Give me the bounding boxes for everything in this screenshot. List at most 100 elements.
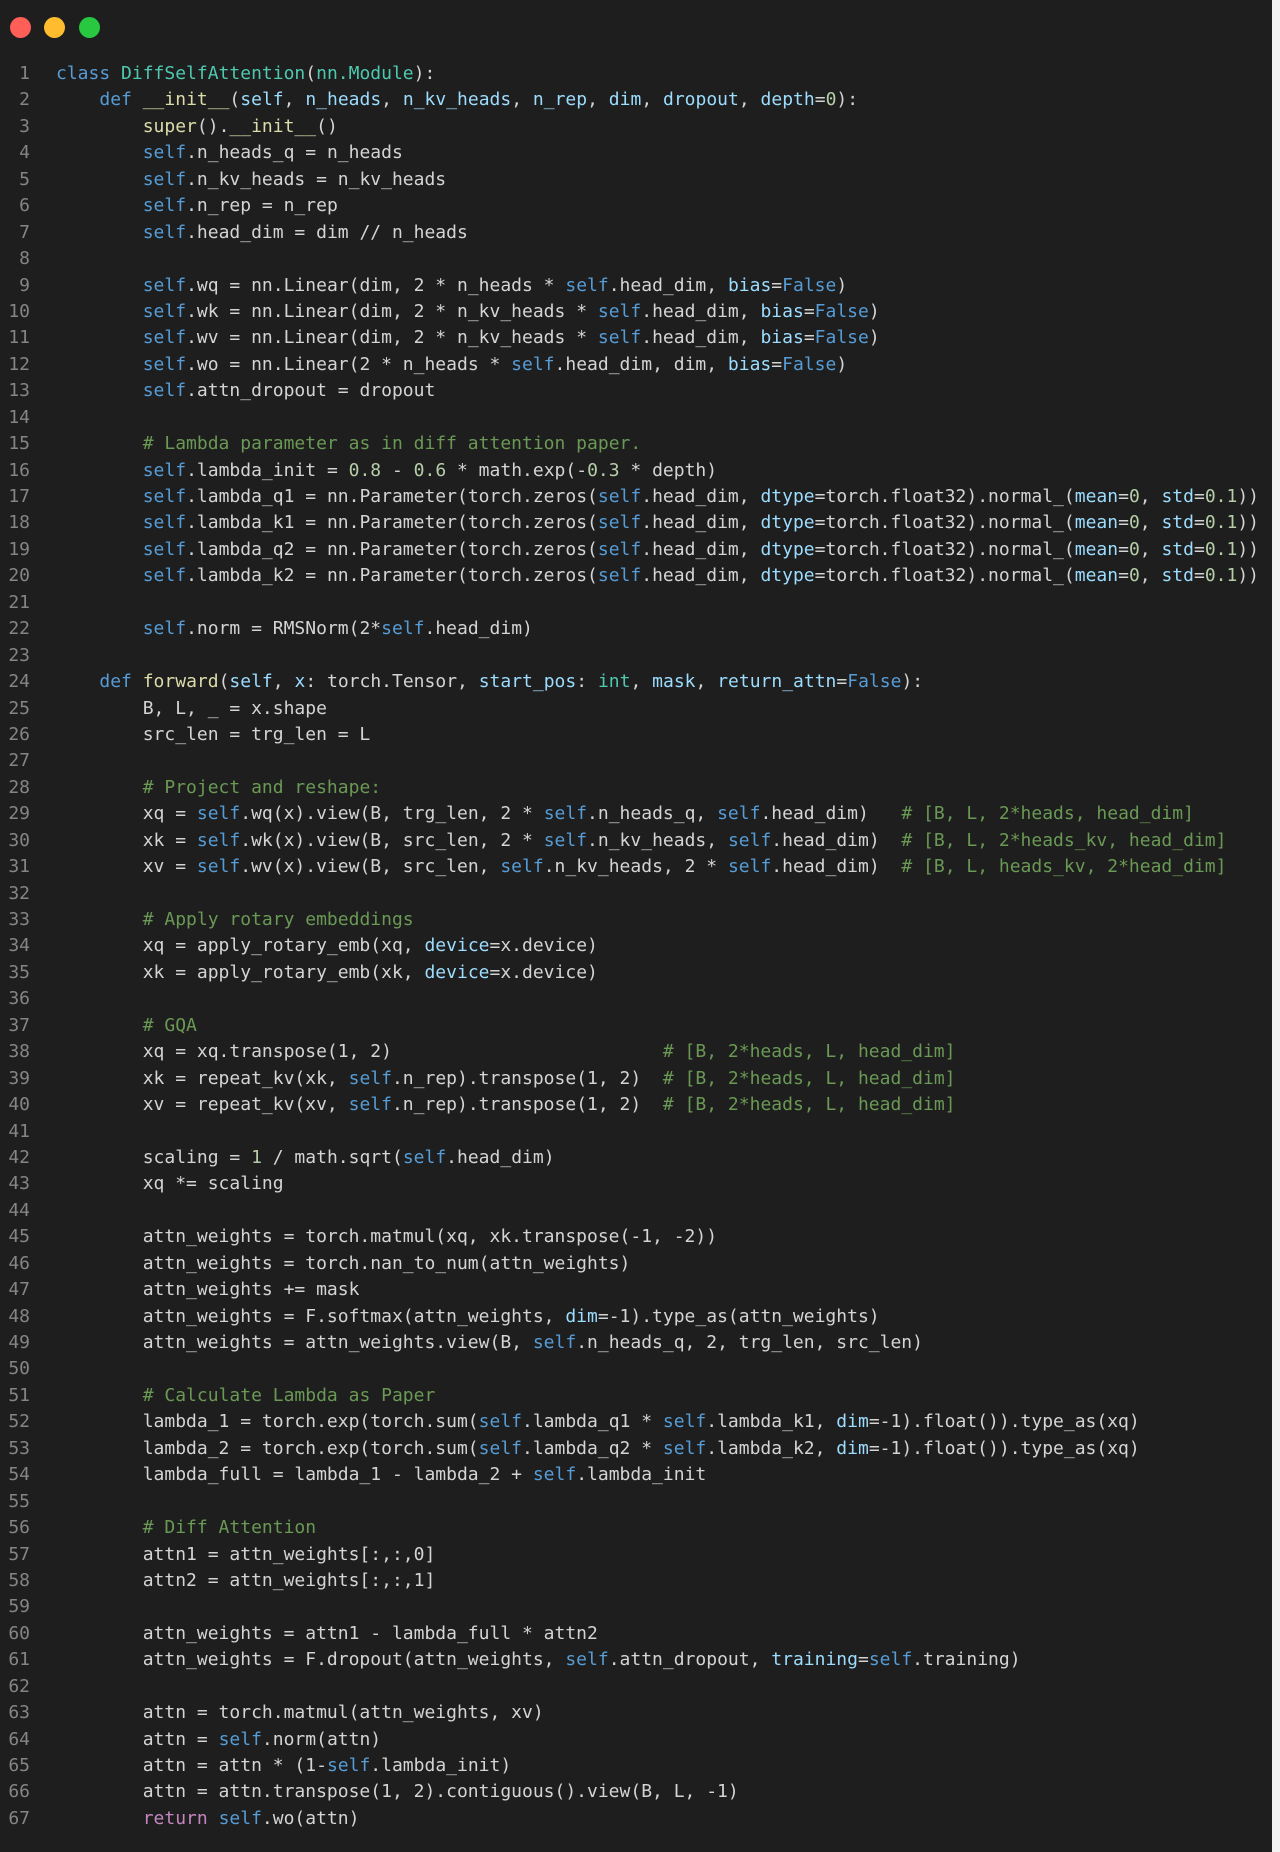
code-line: 28 # Project and reshape: xyxy=(0,775,1272,801)
code-text: attn = attn.transpose(1, 2).contiguous()… xyxy=(56,1779,739,1805)
code-token: )) xyxy=(1237,486,1260,507)
code-line: 49 attn_weights = attn_weights.view(B, s… xyxy=(0,1330,1272,1356)
code-token: xk = repeat_kv(xk, xyxy=(56,1067,349,1089)
code-token: .wk = nn.Linear(dim, 2 * n_kv_heads * xyxy=(186,300,598,322)
minimize-window-button[interactable] xyxy=(44,17,65,38)
line-number: 32 xyxy=(8,882,30,904)
line-number: 42 xyxy=(8,1146,30,1168)
code-line: 32 xyxy=(0,881,1272,907)
code-line: 63 attn = torch.matmul(attn_weights, xv) xyxy=(0,1700,1272,1726)
scrollbar-track[interactable] xyxy=(1272,0,1280,1852)
close-window-button[interactable] xyxy=(10,17,31,38)
line-number: 36 xyxy=(8,988,30,1010)
code-line: 17 self.lambda_q1 = nn.Parameter(torch.z… xyxy=(0,484,1272,510)
code-token: = xyxy=(771,353,783,375)
code-line: 54 lambda_full = lambda_1 - lambda_2 + s… xyxy=(0,1462,1272,1488)
code-token: : xyxy=(576,671,598,693)
code-token: # [B, 2*heads, L, head_dim] xyxy=(662,1094,956,1116)
code-token: , xyxy=(511,89,533,111)
code-token: ) xyxy=(836,274,848,296)
code-token: False xyxy=(814,327,869,349)
code-token: .head_dim, xyxy=(641,512,761,534)
code-token: attn2 = attn_weights[:,:,1] xyxy=(56,1569,436,1591)
code-line: 55 xyxy=(0,1489,1272,1515)
code-text: # Project and reshape: xyxy=(56,775,381,801)
code-token: attn_weights = torch.nan_to_num(attn_wei… xyxy=(56,1252,631,1274)
code-line: 50 xyxy=(0,1356,1272,1382)
code-token: self xyxy=(500,856,544,878)
code-token: =torch.float32).normal_( xyxy=(814,486,1075,507)
line-number: 41 xyxy=(8,1120,30,1142)
code-text: # Calculate Lambda as Paper xyxy=(56,1383,436,1409)
code-text: attn_weights = torch.matmul(xq, xk.trans… xyxy=(56,1224,717,1250)
code-text: self.wq = nn.Linear(dim, 2 * n_heads * s… xyxy=(56,273,847,299)
code-line: 26 src_len = trg_len = L xyxy=(0,722,1272,748)
line-number: 55 xyxy=(8,1490,30,1512)
line-number: 5 xyxy=(19,168,30,190)
code-token: xk = xyxy=(56,829,197,851)
code-token: B, L, _ = x.shape xyxy=(56,697,327,719)
code-text: # GQA xyxy=(56,1013,197,1039)
line-number: 33 xyxy=(8,909,30,930)
code-token: self xyxy=(868,1649,913,1671)
code-token: super xyxy=(142,115,197,137)
code-token: .n_heads_q, xyxy=(587,803,718,825)
code-token: .wo(attn) xyxy=(261,1807,360,1829)
maximize-window-button[interactable] xyxy=(79,17,100,38)
title-bar xyxy=(0,0,1272,56)
code-line: 13 self.attn_dropout = dropout xyxy=(0,378,1272,404)
code-token: .head_dim) xyxy=(446,1146,555,1168)
code-token: dim xyxy=(608,89,642,111)
code-token: # Apply rotary embeddings xyxy=(142,909,414,930)
code-line: 21 xyxy=(0,590,1272,616)
code-text: attn1 = attn_weights[:,:,0] xyxy=(56,1542,436,1568)
code-text: attn = self.norm(attn) xyxy=(56,1727,381,1753)
code-token: self xyxy=(597,565,642,587)
line-number: 37 xyxy=(8,1014,30,1036)
code-line: 52 lambda_1 = torch.exp(torch.sum(self.l… xyxy=(0,1409,1272,1435)
code-token: = xyxy=(1193,512,1205,534)
line-number: 7 xyxy=(19,221,30,243)
line-number: 12 xyxy=(8,353,30,375)
code-token: self xyxy=(196,829,241,851)
code-line: 67 return self.wo(attn) xyxy=(0,1806,1272,1832)
code-token: xq = xq.transpose(1, 2) xyxy=(56,1041,663,1063)
code-text: self.lambda_init = 0.8 - 0.6 * math.exp(… xyxy=(56,458,717,484)
code-text: attn_weights = torch.nan_to_num(attn_wei… xyxy=(56,1251,631,1277)
code-editor[interactable]: 1 class DiffSelfAttention(nn.Module): 2 de… xyxy=(0,61,1272,1832)
code-token: ( xyxy=(305,63,317,84)
code-token: = xyxy=(857,1649,869,1671)
code-token: mask xyxy=(652,671,696,693)
code-token: =torch.float32).normal_( xyxy=(814,512,1075,534)
code-text: self.n_kv_heads = n_kv_heads xyxy=(56,167,446,193)
code-token: = xyxy=(803,327,815,349)
code-token: return_attn xyxy=(717,671,837,693)
code-token: .head_dim = dim // n_heads xyxy=(186,221,468,243)
code-token: dtype xyxy=(760,538,815,560)
code-token: dim xyxy=(836,1411,869,1433)
code-line: 47 attn_weights += mask xyxy=(0,1277,1272,1303)
code-token: , xyxy=(1139,512,1162,534)
code-text: attn = torch.matmul(attn_weights, xv) xyxy=(56,1700,544,1726)
code-token: , xyxy=(630,671,653,693)
code-token: .norm(attn) xyxy=(261,1728,382,1750)
code-line: 61 attn_weights = F.dropout(attn_weights… xyxy=(0,1647,1272,1673)
code-token: self xyxy=(543,803,588,825)
line-number: 25 xyxy=(8,697,30,719)
line-number: 35 xyxy=(8,961,30,983)
line-number: 22 xyxy=(8,618,30,640)
code-token: self xyxy=(543,829,588,851)
line-number: 29 xyxy=(8,803,30,825)
code-token: attn = attn * (1- xyxy=(56,1755,327,1776)
code-token: 0.8 xyxy=(348,459,382,481)
code-token: # [B, 2*heads, L, head_dim] xyxy=(662,1041,956,1063)
code-token: attn_weights = attn1 - lambda_full * att… xyxy=(56,1622,598,1644)
line-number: 30 xyxy=(8,829,30,851)
code-line: 2 def __init__(self, n_heads, n_kv_heads… xyxy=(0,87,1272,113)
code-text: def __init__(self, n_heads, n_kv_heads, … xyxy=(56,87,858,113)
code-token: self xyxy=(565,1649,609,1671)
line-number: 21 xyxy=(8,591,30,613)
code-token: , xyxy=(283,89,306,111)
code-token: self xyxy=(511,353,555,375)
